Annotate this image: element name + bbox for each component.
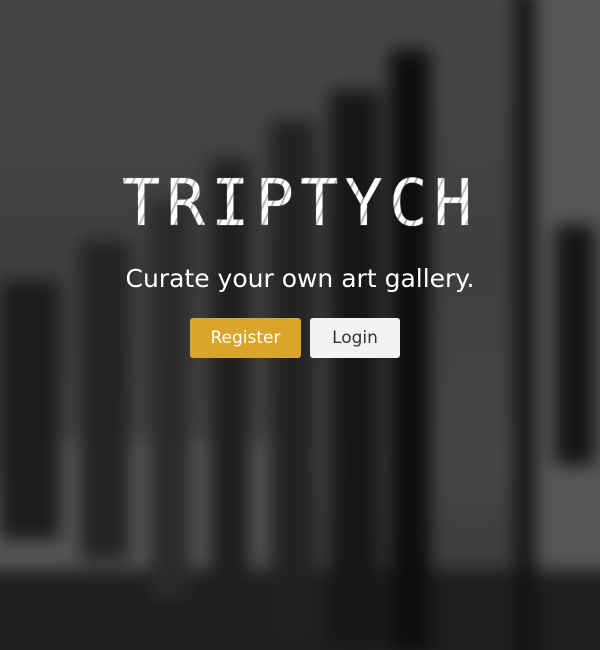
register-button[interactable]: Register [190, 318, 301, 358]
auth-actions: Register Login [190, 318, 410, 358]
site-logo: TRIPTYCH [121, 167, 479, 241]
login-button[interactable]: Login [310, 318, 400, 358]
landing-page: TRIPTYCH Curate your own art gallery. Re… [0, 0, 600, 650]
hero-section: TRIPTYCH Curate your own art gallery. Re… [0, 0, 600, 650]
tagline: Curate your own art gallery. [125, 264, 475, 293]
